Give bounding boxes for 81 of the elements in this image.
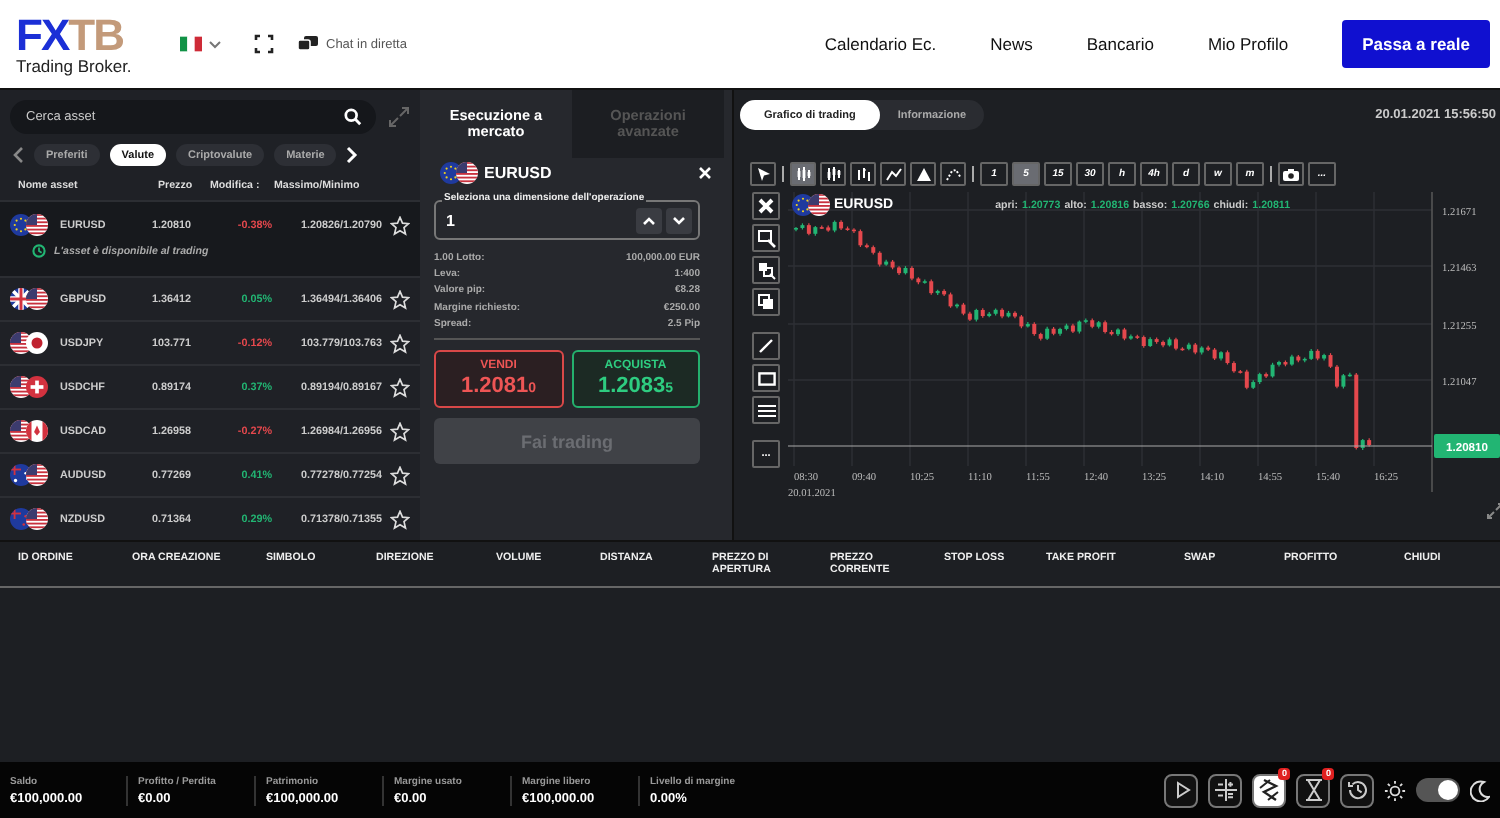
copy-icon xyxy=(758,294,774,310)
expand-icon[interactable] xyxy=(388,106,410,128)
remove-drawings-button[interactable] xyxy=(752,192,780,220)
cursor-icon xyxy=(755,166,771,182)
horizontal-lines-icon xyxy=(757,403,775,417)
chevron-down-icon xyxy=(672,215,686,225)
clock-icon xyxy=(32,244,46,258)
line-chart-icon xyxy=(885,166,901,182)
flag-icon xyxy=(26,288,48,310)
flag-icon xyxy=(26,376,48,398)
screenshot-button[interactable] xyxy=(1278,162,1304,186)
star-icon[interactable] xyxy=(390,509,410,529)
calculator-icon xyxy=(1213,778,1237,802)
star-icon[interactable] xyxy=(390,465,410,485)
moon-icon xyxy=(1470,779,1490,801)
nav-link[interactable]: Mio Profilo xyxy=(1207,34,1289,54)
chevron-up-icon xyxy=(642,215,656,225)
resize-icon[interactable] xyxy=(1486,502,1500,520)
hollow-candles-icon xyxy=(825,166,841,182)
language-selector[interactable] xyxy=(180,36,222,52)
cursor-button[interactable] xyxy=(750,162,776,186)
chart-type-button[interactable] xyxy=(820,162,846,186)
trend-line-button[interactable] xyxy=(752,332,780,360)
star-icon[interactable] xyxy=(390,289,410,309)
magnifier-icon xyxy=(757,229,775,247)
area-chart-icon xyxy=(915,166,931,182)
theme-toggle[interactable] xyxy=(1416,778,1460,802)
chart-type-button[interactable] xyxy=(910,162,936,186)
tool-button[interactable] xyxy=(1164,773,1198,807)
rectangle-button[interactable] xyxy=(752,364,780,392)
bars-icon xyxy=(855,166,871,182)
sun-icon xyxy=(1384,779,1406,801)
tool-button[interactable] xyxy=(1340,773,1374,807)
history-icon xyxy=(1345,778,1369,802)
increase-button[interactable] xyxy=(636,207,662,233)
current-price-tag xyxy=(1434,434,1500,458)
lines-button[interactable] xyxy=(752,396,780,424)
italy-flag-icon xyxy=(180,36,202,52)
logo[interactable]: FXTB xyxy=(16,13,168,58)
zoom-out-button[interactable] xyxy=(752,256,780,284)
flag-icon xyxy=(26,464,48,486)
nav-link[interactable]: Calendario Ec. xyxy=(824,34,937,54)
quantity-input[interactable]: 1 xyxy=(446,211,632,229)
flag-icon xyxy=(26,508,48,530)
nav-link[interactable]: Bancario xyxy=(1086,34,1154,54)
chevron-down-icon xyxy=(208,39,222,49)
flag-icon xyxy=(456,161,478,183)
rectangle-icon xyxy=(757,371,775,385)
search-icon xyxy=(344,108,362,126)
star-icon[interactable] xyxy=(390,421,410,441)
star-icon[interactable] xyxy=(390,377,410,397)
close-icon xyxy=(758,198,774,214)
chat-icon xyxy=(298,36,318,52)
flag-icon xyxy=(26,214,48,236)
close-icon[interactable] xyxy=(698,165,712,179)
logo-tagline: Trading Broker. xyxy=(16,57,134,75)
line-tool-icon xyxy=(758,338,774,354)
flag-icon xyxy=(808,194,830,216)
magnifier-icon xyxy=(757,261,775,279)
zigzag-icon xyxy=(1257,778,1281,802)
tool-button[interactable] xyxy=(1208,773,1242,807)
nav-link[interactable]: News xyxy=(990,34,1033,54)
flag-icon xyxy=(26,420,48,442)
chart-type-button[interactable] xyxy=(850,162,876,186)
chevron-left-icon[interactable] xyxy=(12,146,24,164)
chart-type-button[interactable] xyxy=(940,162,966,186)
copy-button[interactable] xyxy=(752,288,780,316)
fullscreen-icon[interactable] xyxy=(254,34,274,54)
star-icon[interactable] xyxy=(390,215,410,235)
zoom-button[interactable] xyxy=(752,224,780,252)
dotted-line-icon xyxy=(945,166,961,182)
candles-icon xyxy=(795,166,811,182)
chevron-right-icon[interactable] xyxy=(346,146,359,164)
decrease-button[interactable] xyxy=(666,207,692,233)
hourglass-icon xyxy=(1301,778,1325,802)
symbol-title: EURUSD xyxy=(484,163,552,181)
go-live-button[interactable]: Passa a reale xyxy=(1342,20,1490,68)
flag-icon xyxy=(26,332,48,354)
star-icon[interactable] xyxy=(390,333,410,353)
camera-icon xyxy=(1282,167,1300,181)
chart-type-button[interactable] xyxy=(880,162,906,186)
